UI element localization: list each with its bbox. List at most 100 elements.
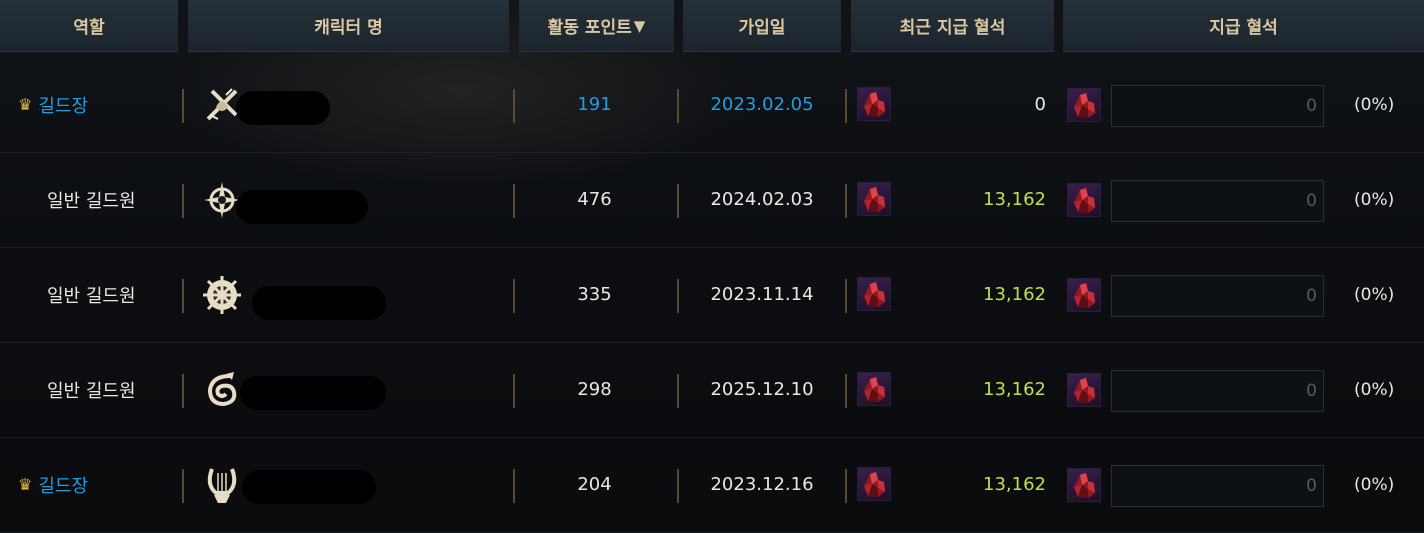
activity-points: 335 (577, 284, 612, 305)
compass-star-emblem-icon (204, 181, 240, 218)
activity-points: 298 (577, 379, 612, 400)
recent-bloodstone-amount: 13,162 (983, 379, 1046, 400)
role-label: 일반 길드원 (47, 380, 136, 402)
lyre-emblem-icon (207, 467, 237, 503)
member-row[interactable]: 일반 길드원 298 2025.12.10 13,162 0 (0%) (0, 342, 1424, 438)
payment-amount-input[interactable]: 0 (1111, 465, 1324, 507)
role-label: 길드장 (38, 475, 89, 497)
sort-desc-icon: ▼ (633, 16, 646, 35)
header-role[interactable]: 역할 (0, 0, 178, 52)
column-separator (677, 469, 679, 503)
column-separator (845, 279, 847, 313)
payment-percent: (0%) (1354, 474, 1395, 495)
recent-bloodstone-amount: 13,162 (983, 284, 1046, 305)
character-name-redacted (252, 286, 386, 320)
bloodstone-icon (1074, 283, 1095, 308)
member-row[interactable]: ♛ 길드장 191 2023.02.05 0 0 (0%) (0, 57, 1424, 153)
character-name-redacted (236, 91, 330, 125)
character-name-redacted (240, 376, 386, 410)
payment-amount-input[interactable]: 0 (1111, 370, 1324, 412)
column-separator (513, 374, 515, 408)
member-row[interactable]: 일반 길드원 476 2024.02.03 13,162 0 (0%) (0, 152, 1424, 248)
role-label: 길드장 (38, 95, 89, 117)
header-payment-label: 지급 혈석 (1209, 18, 1278, 38)
join-date: 2023.02.05 (710, 94, 814, 115)
payment-percent: (0%) (1354, 189, 1395, 210)
column-separator (845, 184, 847, 218)
header-joined[interactable]: 가입일 (683, 0, 841, 52)
payment-amount-input[interactable]: 0 (1111, 275, 1324, 317)
header-role-label: 역할 (73, 18, 105, 38)
recent-bloodstone-badge (857, 277, 891, 311)
bloodstone-icon (864, 377, 885, 402)
bloodstone-icon (864, 282, 885, 307)
payment-bloodstone-badge (1067, 88, 1101, 122)
member-row[interactable]: 일반 길드원 335 2023.11.14 13,162 0 (0%) (0, 247, 1424, 343)
payment-bloodstone-badge (1067, 468, 1101, 502)
payment-bloodstone-badge (1067, 373, 1101, 407)
header-recent-bloodstone[interactable]: 최근 지급 혈석 (851, 0, 1054, 52)
header-character[interactable]: 캐릭터 명 (188, 0, 509, 52)
join-date: 2023.11.14 (710, 284, 814, 305)
column-separator (677, 184, 679, 218)
character-name-redacted (236, 190, 368, 224)
column-separator (677, 89, 679, 123)
payment-amount-value: 0 (1306, 476, 1317, 496)
payment-bloodstone-badge (1067, 183, 1101, 217)
payment-amount-value: 0 (1306, 191, 1317, 211)
column-separator (513, 279, 515, 313)
column-separator (845, 89, 847, 123)
role-label: 일반 길드원 (47, 190, 136, 212)
recent-bloodstone-badge (857, 467, 891, 501)
recent-bloodstone-amount: 13,162 (983, 474, 1046, 495)
header-recent-label: 최근 지급 혈석 (899, 18, 1006, 38)
crown-icon: ♛ (18, 95, 33, 114)
recent-bloodstone-amount: 13,162 (983, 189, 1046, 210)
join-date: 2025.12.10 (710, 379, 814, 400)
role-label: 일반 길드원 (47, 285, 136, 307)
activity-points: 204 (577, 474, 612, 495)
payment-percent: (0%) (1354, 379, 1395, 400)
recent-bloodstone-badge (857, 182, 891, 216)
column-separator (677, 279, 679, 313)
column-separator (845, 469, 847, 503)
column-separator (182, 374, 184, 408)
column-separator (845, 374, 847, 408)
bloodstone-icon (1074, 378, 1095, 403)
column-separator (182, 89, 184, 123)
character-name-redacted (242, 470, 376, 504)
activity-points: 476 (577, 189, 612, 210)
column-separator (182, 184, 184, 218)
header-payment-bloodstone[interactable]: 지급 혈석 (1063, 0, 1424, 52)
payment-percent: (0%) (1354, 94, 1395, 115)
header-activity-points[interactable]: 활동 포인트 ▼ (519, 0, 674, 52)
payment-amount-value: 0 (1306, 286, 1317, 306)
bloodstone-icon (1074, 188, 1095, 213)
column-separator (182, 279, 184, 313)
join-date: 2024.02.03 (710, 189, 814, 210)
recent-bloodstone-badge (857, 87, 891, 121)
column-separator (513, 184, 515, 218)
bloodstone-icon (1074, 93, 1095, 118)
bloodstone-icon (864, 187, 885, 212)
member-row[interactable]: ♛ 길드장 204 2023.12.16 13,162 0 (0%) (0, 437, 1424, 533)
recent-bloodstone-badge (857, 372, 891, 406)
bloodstone-icon (864, 92, 885, 117)
payment-amount-input[interactable]: 0 (1111, 180, 1324, 222)
dragon-emblem-icon (207, 371, 237, 406)
crown-icon: ♛ (18, 475, 33, 494)
header-joined-label: 가입일 (738, 18, 786, 38)
column-separator (677, 374, 679, 408)
bloodstone-icon (864, 472, 885, 497)
header-character-label: 캐릭터 명 (314, 18, 383, 38)
recent-bloodstone-amount: 0 (1034, 94, 1046, 115)
payment-amount-value: 0 (1306, 381, 1317, 401)
column-separator (513, 89, 515, 123)
sun-wheel-emblem-icon (203, 275, 241, 314)
bloodstone-icon (1074, 473, 1095, 498)
column-separator (182, 469, 184, 503)
column-separator (513, 469, 515, 503)
header-activity-label: 활동 포인트 (547, 18, 632, 38)
payment-amount-value: 0 (1306, 96, 1317, 116)
payment-amount-input[interactable]: 0 (1111, 85, 1324, 127)
